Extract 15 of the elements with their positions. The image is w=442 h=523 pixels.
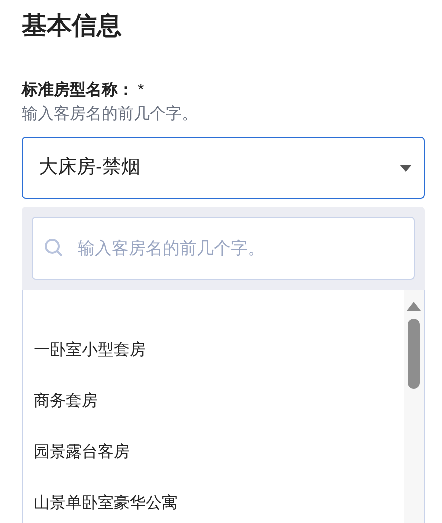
room-type-select[interactable]: 大床房-禁烟 [22,137,425,199]
field-label: 标准房型名称： [22,80,134,101]
option-item[interactable]: 商务套房 [23,376,404,427]
search-field[interactable]: 输入客房名的前几个字。 [32,217,415,280]
scrollbar[interactable] [404,290,424,523]
field-hint: 输入客房名的前几个字。 [22,104,199,125]
option-item[interactable]: 一卧室小型套房 [23,325,404,376]
section-title: 基本信息 [22,11,123,42]
scroll-up-icon [407,302,421,311]
required-mark: * [138,81,144,101]
search-icon [44,238,64,258]
option-item[interactable]: 园景露台客房 [23,427,404,478]
option-item[interactable]: 山景单卧室豪华公寓 [23,478,404,523]
caret-icon [400,164,412,172]
scroll-thumb[interactable] [408,319,420,389]
